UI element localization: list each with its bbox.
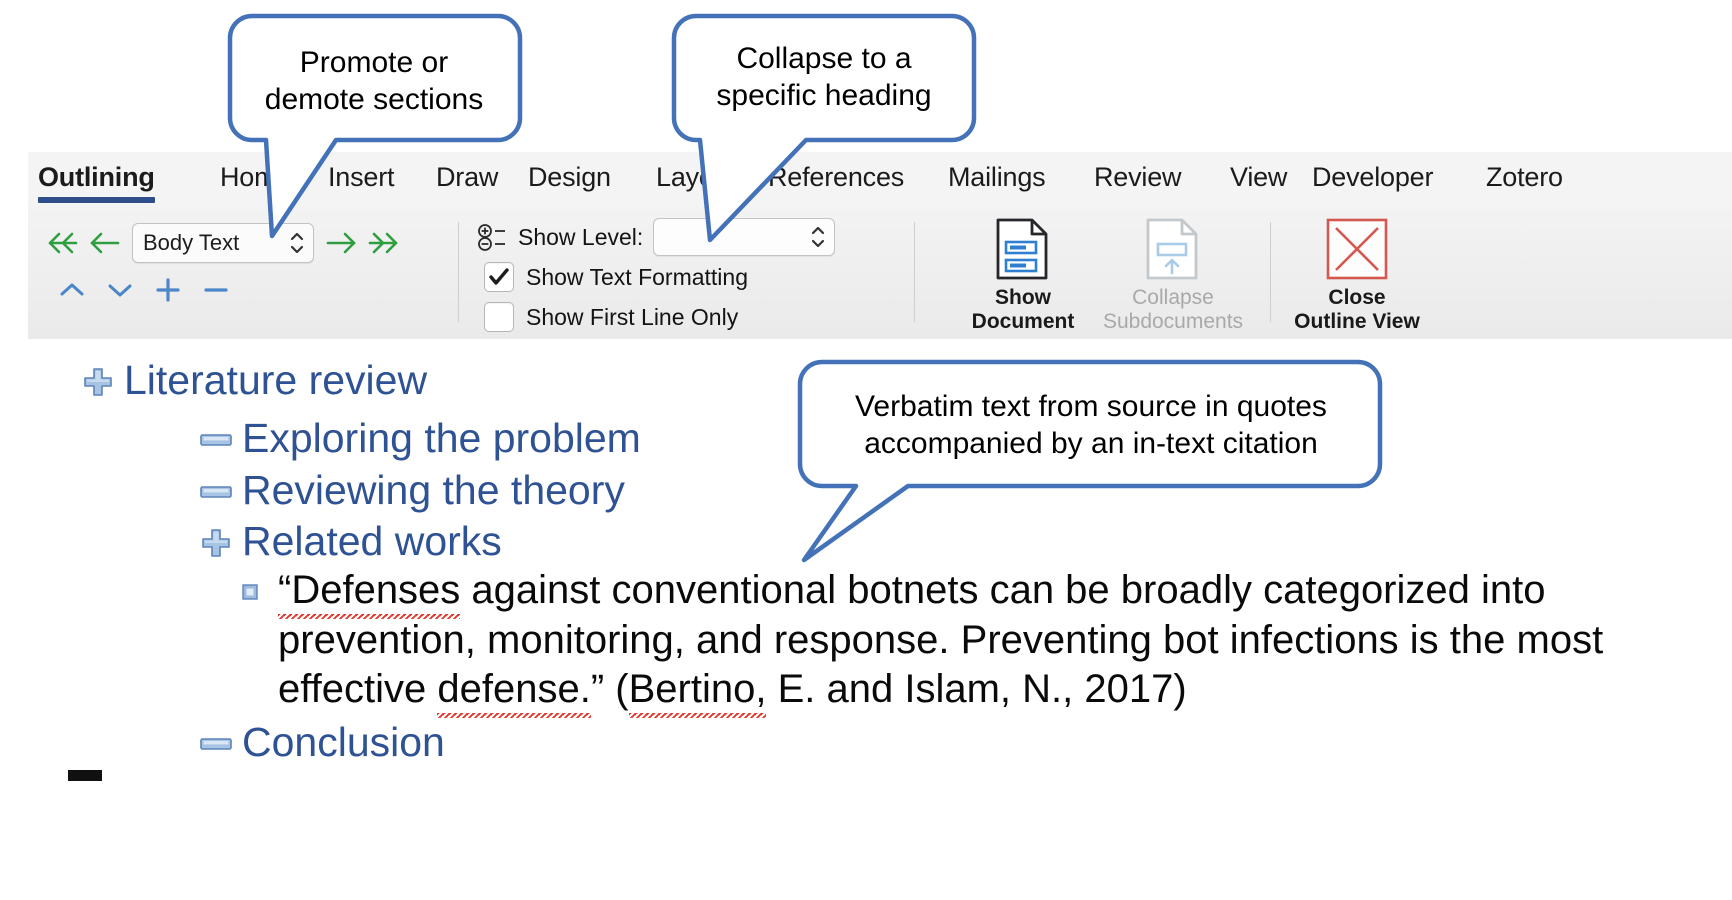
master-document-group: Show Document Collapse Subdocuments bbox=[948, 212, 1268, 336]
show-level-label: Show Level: bbox=[518, 223, 644, 250]
misspelled-word: defense. bbox=[437, 667, 591, 712]
show-text-formatting-checkbox[interactable] bbox=[484, 262, 514, 292]
callout-collapse-heading: Collapse to a specific heading bbox=[670, 12, 990, 262]
dash-marker-icon[interactable] bbox=[190, 470, 242, 514]
promote-to-heading1-button[interactable] bbox=[42, 222, 84, 264]
misspelled-word: Bertino, bbox=[628, 667, 767, 712]
outline-row-exploring-the-problem[interactable]: Exploring the problem bbox=[190, 418, 641, 462]
show-first-line-only-checkbox[interactable] bbox=[484, 302, 514, 332]
body-text-run: E. and Islam, N., 2017) bbox=[766, 667, 1187, 712]
collapse-button[interactable] bbox=[192, 270, 240, 310]
collapse-subdocuments-button: Collapse Subdocuments bbox=[1098, 212, 1248, 336]
close-outline-view-button[interactable]: Close Outline View bbox=[1282, 212, 1432, 333]
plus-marker-icon[interactable] bbox=[72, 360, 124, 404]
outline-item-label: Related works bbox=[242, 518, 502, 564]
callout-promote-demote: Promote or demote sections bbox=[214, 13, 534, 254]
ribbon-tab-view[interactable]: View bbox=[1230, 152, 1287, 199]
close-group: Close Outline View bbox=[1282, 212, 1502, 336]
close-outline-view-label: Close Outline View bbox=[1294, 286, 1420, 333]
show-first-line-only-row[interactable]: Show First Line Only bbox=[484, 302, 738, 332]
outline-item-label: Literature review bbox=[124, 357, 428, 403]
outline-row-literature-review[interactable]: Literature review bbox=[72, 360, 427, 404]
ribbon-tab-developer[interactable]: Developer bbox=[1312, 152, 1433, 199]
outline-row-reviewing-the-theory[interactable]: Reviewing the theory bbox=[190, 470, 625, 514]
expand-button[interactable] bbox=[144, 270, 192, 310]
document-collapse-icon bbox=[1144, 216, 1202, 282]
callout-text: Promote or demote sections bbox=[264, 46, 484, 117]
dash-marker-icon[interactable] bbox=[190, 418, 242, 462]
callout-text: Collapse to a specific heading bbox=[716, 42, 932, 113]
promote-button[interactable] bbox=[84, 222, 126, 264]
body-text-run: ” ( bbox=[590, 667, 629, 712]
ribbon-tab-design[interactable]: Design bbox=[528, 152, 611, 199]
outline-item-label: Conclusion bbox=[242, 719, 445, 765]
callout-verbatim-quote: Verbatim text from source in quotes acco… bbox=[796, 359, 1396, 575]
dash-marker-icon[interactable] bbox=[190, 722, 242, 766]
outline-row-body-paragraph[interactable]: “Defenses against conventional botnets c… bbox=[242, 566, 1658, 715]
ribbon-separator-3 bbox=[1270, 222, 1271, 322]
outline-item-label: Exploring the problem bbox=[242, 415, 641, 461]
misspelled-word: “Defenses bbox=[278, 568, 461, 612]
outline-row-related-works[interactable]: Related works bbox=[190, 521, 502, 565]
ribbon-tab-outlining[interactable]: Outlining bbox=[38, 152, 155, 203]
collapse-subdocuments-label: Collapse Subdocuments bbox=[1102, 286, 1244, 333]
plus-marker-icon[interactable] bbox=[190, 521, 242, 565]
move-up-button[interactable] bbox=[48, 270, 96, 310]
outline-move-row bbox=[48, 270, 240, 310]
outline-row-conclusion[interactable]: Conclusion bbox=[190, 722, 445, 766]
body-paragraph-text: “Defenses against conventional botnets c… bbox=[278, 566, 1658, 715]
show-text-formatting-label: Show Text Formatting bbox=[526, 263, 749, 290]
callout-text: Verbatim text from source in quotes acco… bbox=[855, 390, 1327, 461]
screenshot-root: Outlining Home Insert Draw Design Layout Refer… bbox=[0, 0, 1732, 900]
show-document-label: Show Document bbox=[971, 286, 1075, 333]
small-square-marker-icon[interactable] bbox=[242, 584, 258, 605]
ribbon-tab-zotero[interactable]: Zotero bbox=[1486, 152, 1563, 199]
close-x-icon bbox=[1326, 216, 1388, 282]
move-down-button[interactable] bbox=[96, 270, 144, 310]
ribbon-tab-review[interactable]: Review bbox=[1094, 152, 1182, 199]
show-text-formatting-row[interactable]: Show Text Formatting bbox=[484, 262, 748, 292]
outline-item-label: Reviewing the theory bbox=[242, 467, 625, 513]
text-cursor-marker bbox=[68, 770, 102, 781]
document-expand-icon bbox=[994, 216, 1052, 282]
show-first-line-only-label: Show First Line Only bbox=[526, 303, 739, 330]
